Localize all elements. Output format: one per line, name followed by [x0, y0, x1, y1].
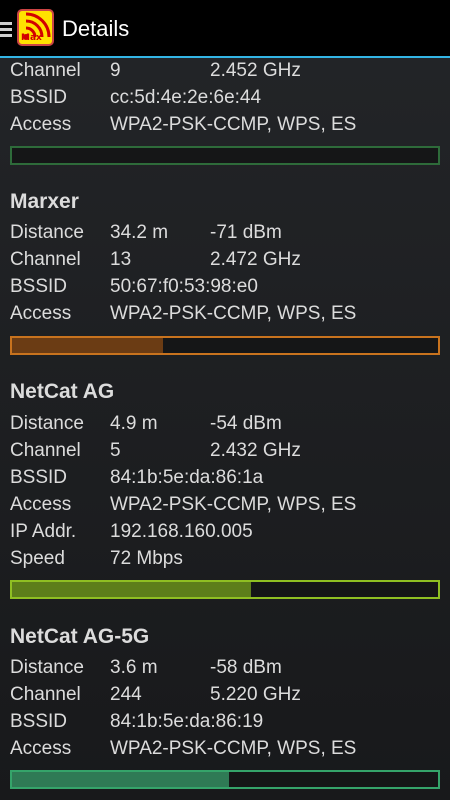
channel-label: Channel	[10, 440, 81, 461]
ip-row: IP Addr. 192.168.160.005	[10, 518, 440, 545]
access-value: WPA2-PSK-CCMP, WPS, ES	[110, 738, 357, 759]
ip-label: IP Addr.	[10, 521, 77, 542]
channel-value: 244	[110, 684, 142, 705]
app-logo-icon[interactable]: Max	[17, 9, 54, 46]
page-title: Details	[62, 16, 130, 41]
signal-value: -58 dBm	[210, 657, 282, 678]
signal-strength-bar	[10, 580, 440, 599]
bssid-value: 84:1b:5e:da:86:19	[110, 711, 264, 732]
signal-strength-fill	[12, 772, 230, 787]
app-logo-label: Max	[21, 33, 42, 43]
network-name: NetCat AG-5G	[10, 625, 150, 648]
distance-label: Distance	[10, 413, 84, 434]
frequency-value: 2.432 GHz	[210, 440, 301, 461]
speed-row: Speed 72 Mbps	[10, 545, 440, 572]
distance-label: Distance	[10, 222, 84, 243]
channel-value: 5	[110, 440, 121, 461]
channel-row: Channel 244 5.220 GHz	[10, 681, 440, 708]
access-row: Access WPA2-PSK-CCMP, WPS, ES	[10, 491, 440, 518]
distance-value: 4.9 m	[110, 413, 158, 434]
channel-label: Channel	[10, 684, 81, 705]
access-value: WPA2-PSK-CCMP, WPS, ES	[110, 303, 357, 324]
access-row: Access WPA2-PSK-CCMP, WPS, ES	[10, 735, 440, 762]
channel-label: Channel	[10, 249, 81, 270]
action-bar: Max Details	[0, 0, 450, 58]
network-list[interactable]: Channel 9 2.452 GHz BSSID cc:5d:4e:2e:6e…	[0, 56, 450, 800]
bssid-row: BSSID cc:5d:4e:2e:6e:44	[10, 84, 440, 111]
signal-strength-fill	[12, 582, 251, 597]
distance-row: Distance 4.9 m -54 dBm	[10, 410, 440, 437]
bssid-label: BSSID	[10, 276, 68, 297]
bssid-label: BSSID	[10, 467, 68, 488]
speed-value: 72 Mbps	[110, 548, 183, 569]
signal-strength-bar	[10, 146, 440, 165]
distance-label: Distance	[10, 657, 84, 678]
bssid-row: BSSID 84:1b:5e:da:86:19	[10, 708, 440, 735]
channel-row: Channel 13 2.472 GHz	[10, 246, 440, 273]
ip-value: 192.168.160.005	[110, 521, 253, 542]
distance-row: Distance 34.2 m -71 dBm	[10, 219, 440, 246]
distance-value: 34.2 m	[110, 222, 169, 243]
network-name: NetCat AG	[10, 380, 115, 403]
bssid-row: BSSID 50:67:f0:53:98:e0	[10, 273, 440, 300]
signal-strength-fill	[12, 338, 164, 353]
bssid-value: 50:67:f0:53:98:e0	[110, 276, 258, 297]
access-label: Access	[10, 303, 72, 324]
distance-value: 3.6 m	[110, 657, 158, 678]
network-name: Marxer	[10, 190, 79, 213]
bssid-label: BSSID	[10, 711, 68, 732]
frequency-value: 5.220 GHz	[210, 684, 301, 705]
access-row: Access WPA2-PSK-CCMP, WPS, ES	[10, 111, 440, 138]
signal-value: -71 dBm	[210, 222, 282, 243]
distance-row: Distance 3.6 m -58 dBm	[10, 654, 440, 681]
signal-strength-bar	[10, 770, 440, 789]
channel-row: Channel 5 2.432 GHz	[10, 437, 440, 464]
speed-label: Speed	[10, 548, 65, 569]
bssid-value: 84:1b:5e:da:86:1a	[110, 467, 264, 488]
channel-value: 9	[110, 60, 121, 81]
access-value: WPA2-PSK-CCMP, WPS, ES	[110, 494, 357, 515]
bssid-row: BSSID 84:1b:5e:da:86:1a	[10, 464, 440, 491]
screen: Max Details Channel 9 2.452 GHz BSSID cc…	[0, 0, 450, 800]
access-value: WPA2-PSK-CCMP, WPS, ES	[110, 114, 357, 135]
channel-value: 13	[110, 249, 132, 270]
access-label: Access	[10, 494, 72, 515]
access-label: Access	[10, 738, 72, 759]
signal-value: -54 dBm	[210, 413, 282, 434]
access-label: Access	[10, 114, 72, 135]
signal-strength-bar	[10, 336, 440, 355]
bssid-label: BSSID	[10, 87, 68, 108]
channel-label: Channel	[10, 60, 81, 81]
bssid-value: cc:5d:4e:2e:6e:44	[110, 87, 262, 108]
frequency-value: 2.452 GHz	[210, 60, 301, 81]
menu-icon[interactable]	[0, 22, 12, 38]
frequency-value: 2.472 GHz	[210, 249, 301, 270]
access-row: Access WPA2-PSK-CCMP, WPS, ES	[10, 300, 440, 327]
channel-row: Channel 9 2.452 GHz	[10, 57, 440, 84]
